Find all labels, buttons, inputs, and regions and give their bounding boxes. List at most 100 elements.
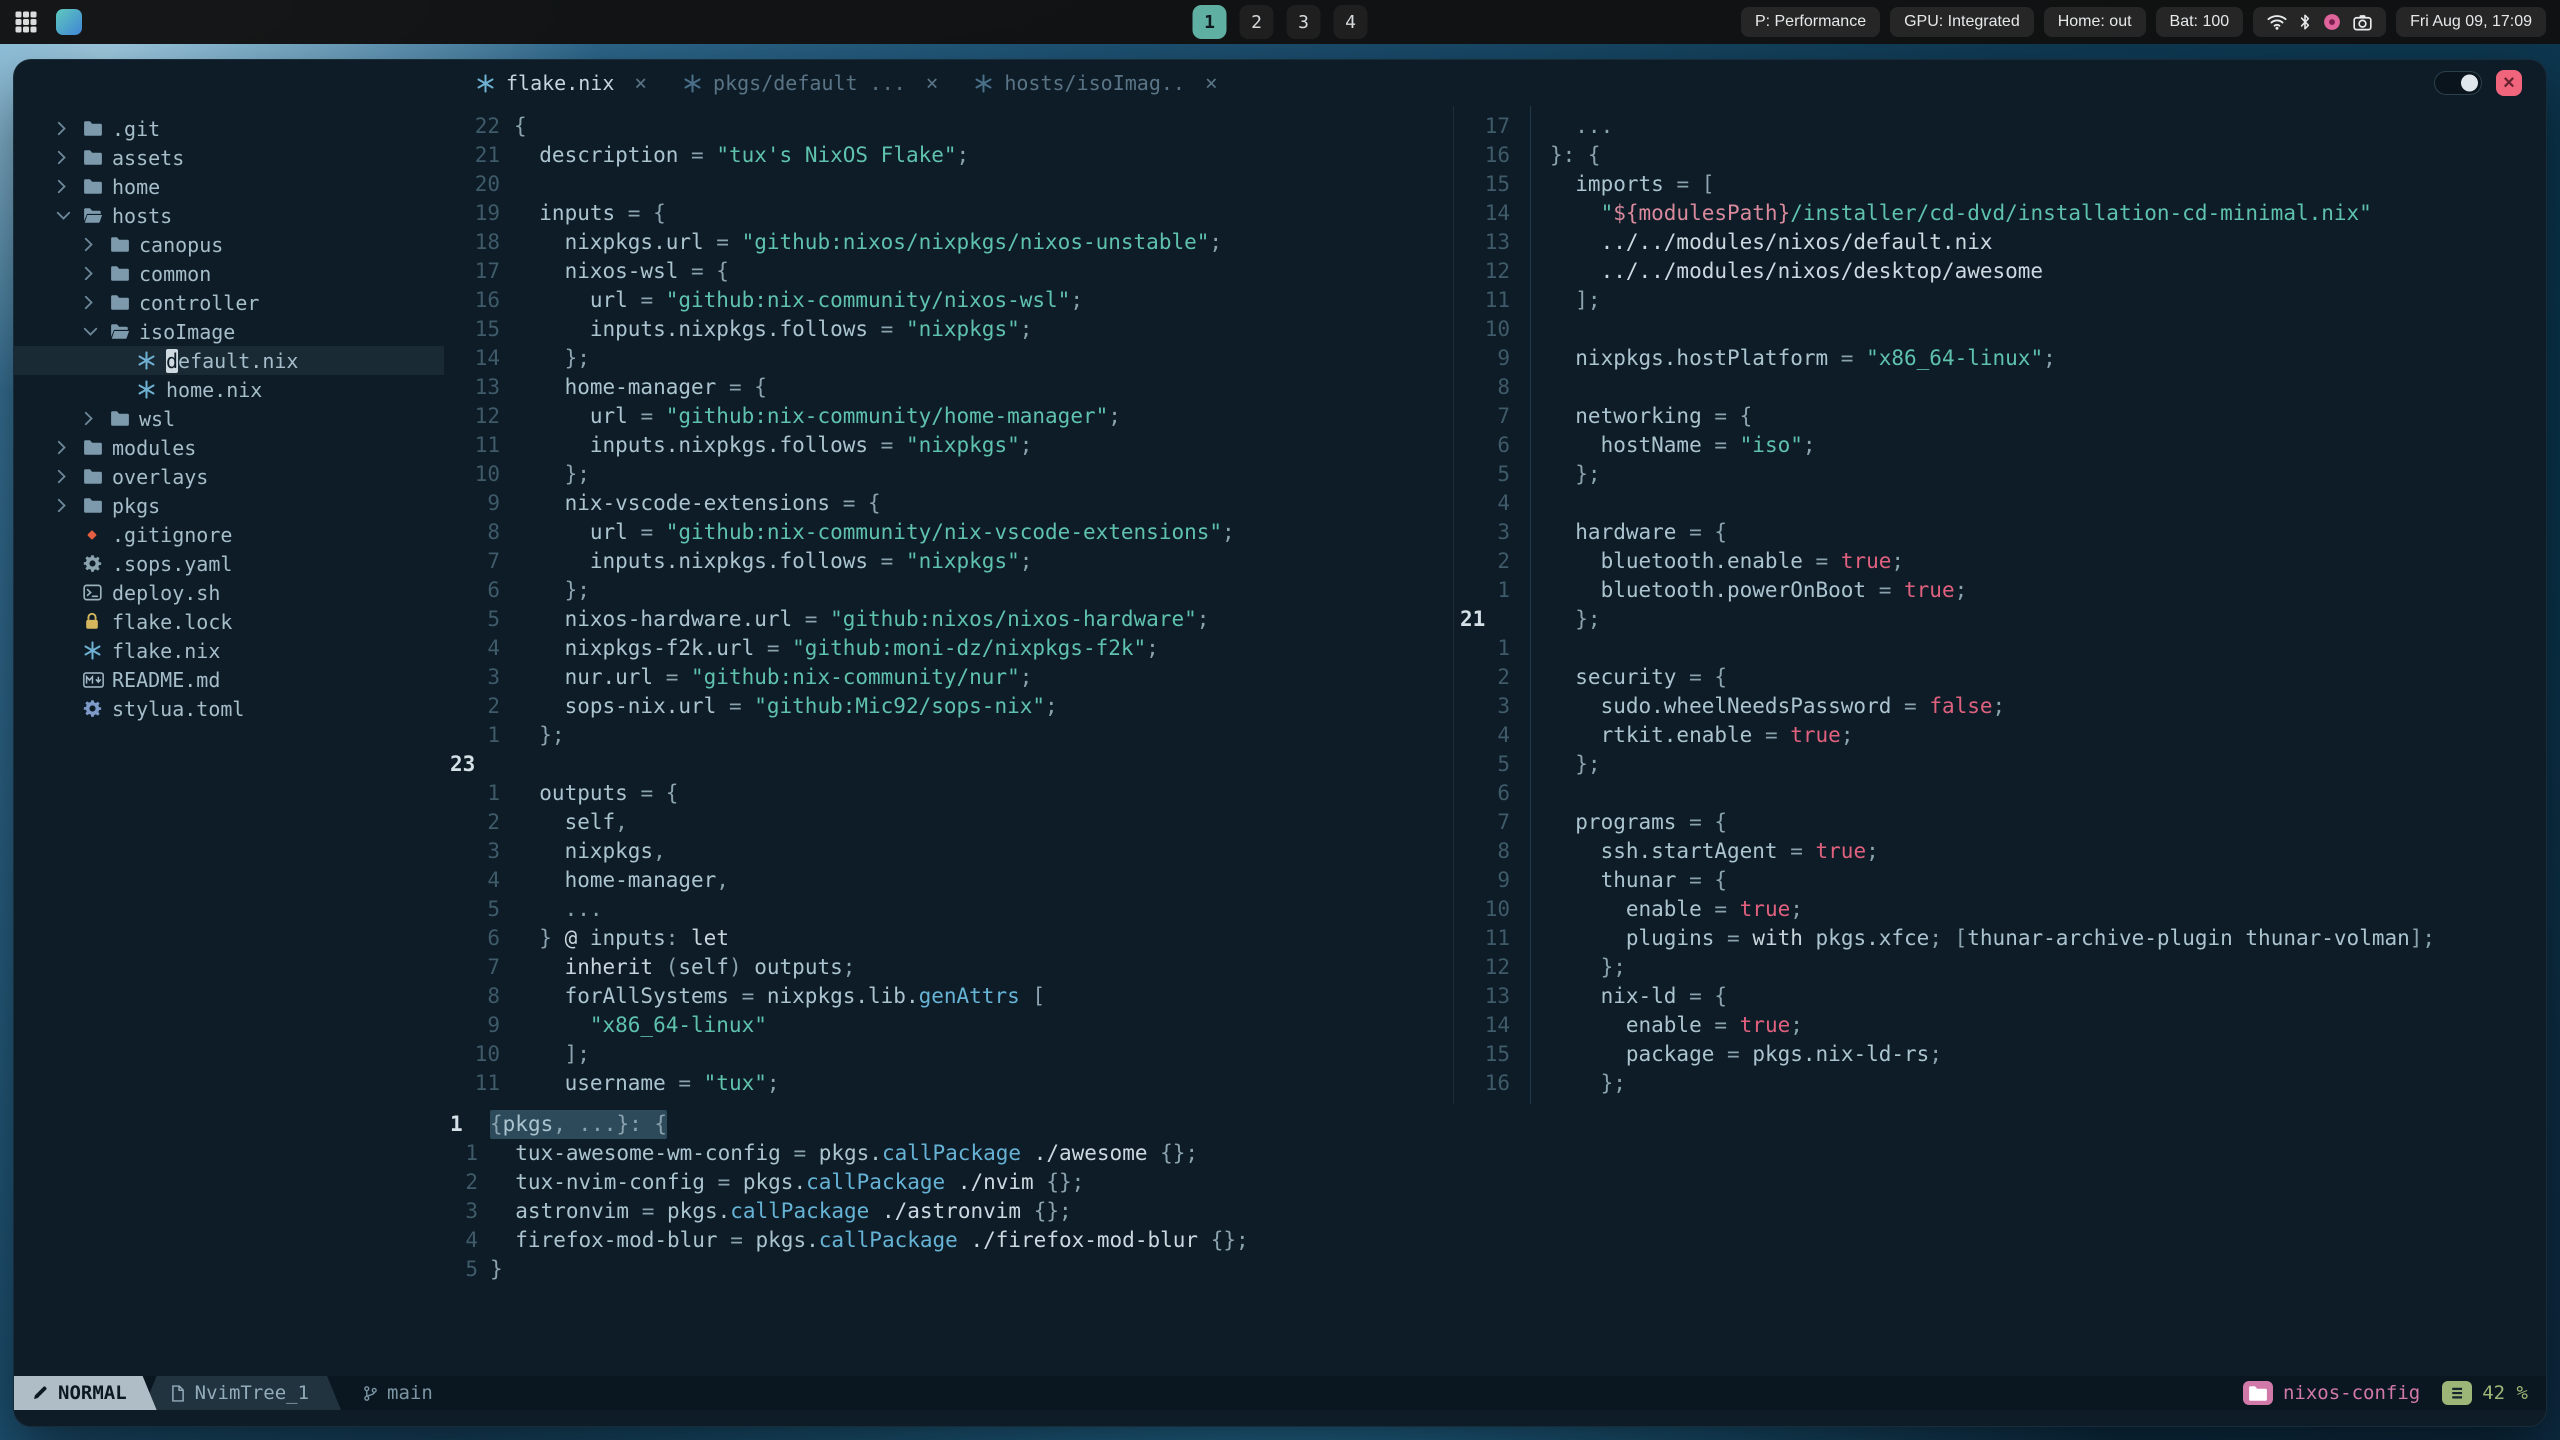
code-line[interactable]: 8 forAllSystems = nixpkgs.lib.genAttrs [	[444, 982, 1453, 1011]
code-line[interactable]: 6 } @ inputs: let	[444, 924, 1453, 953]
tab-pkgs-default-[interactable]: pkgs/default ... ×	[669, 60, 952, 106]
code-line[interactable]: 9 nixpkgs.hostPlatform = "x86_64-linux";	[1454, 344, 2546, 373]
code-line[interactable]: 13 nix-ld = {	[1454, 982, 2546, 1011]
system-tray[interactable]	[2253, 7, 2387, 37]
code-line[interactable]: 1 bluetooth.powerOnBoot = true;	[1454, 576, 2546, 605]
workspace-button-4[interactable]: 4	[1333, 5, 1368, 39]
code-line[interactable]: 20	[444, 170, 1453, 199]
status-module-0[interactable]: P: Performance	[1740, 7, 1881, 37]
code-line[interactable]: 3 hardware = {	[1454, 518, 2546, 547]
code-line[interactable]: 10 };	[444, 460, 1453, 489]
tree-item-canopus[interactable]: canopus	[14, 230, 444, 259]
code-line[interactable]: 8 url = "github:nix-community/nix-vscode…	[444, 518, 1453, 547]
code-line[interactable]: 18 nixpkgs.url = "github:nixos/nixpkgs/n…	[444, 228, 1453, 257]
code-line[interactable]: 5 };	[1454, 750, 2546, 779]
code-line[interactable]: 4 nixpkgs-f2k.url = "github:moni-dz/nixp…	[444, 634, 1453, 663]
tree-item-assets[interactable]: assets	[14, 143, 444, 172]
code-line[interactable]: 16}: {	[1454, 141, 2546, 170]
code-line[interactable]: 16 };	[1454, 1069, 2546, 1098]
code-line[interactable]: 14 };	[444, 344, 1453, 373]
launcher-icon[interactable]	[14, 10, 38, 34]
code-line[interactable]: 21 description = "tux's NixOS Flake";	[444, 141, 1453, 170]
code-line[interactable]: 11 plugins = with pkgs.xfce; [thunar-arc…	[1454, 924, 2546, 953]
code-line[interactable]: 5 ...	[444, 895, 1453, 924]
tree-item-default.nix[interactable]: default.nix	[14, 346, 444, 375]
screenshot-icon[interactable]	[2353, 14, 2372, 31]
code-line[interactable]: 17 nixos-wsl = {	[444, 257, 1453, 286]
code-line[interactable]: 5 nixos-hardware.url = "github:nixos/nix…	[444, 605, 1453, 634]
code-line[interactable]: 2 sops-nix.url = "github:Mic92/sops-nix"…	[444, 692, 1453, 721]
code-line[interactable]: 3 nur.url = "github:nix-community/nur";	[444, 663, 1453, 692]
code-line[interactable]: 2 security = {	[1454, 663, 2546, 692]
tree-item-.sops.yaml[interactable]: .sops.yaml	[14, 549, 444, 578]
pink-indicator-icon[interactable]	[2323, 13, 2341, 31]
code-line[interactable]: 10	[1454, 315, 2546, 344]
code-line[interactable]: 9 "x86_64-linux"	[444, 1011, 1453, 1040]
code-line[interactable]: 7 networking = {	[1454, 402, 2546, 431]
workspace-button-3[interactable]: 3	[1286, 5, 1321, 39]
code-line[interactable]: 5}	[444, 1255, 2546, 1284]
code-line[interactable]: 1 tux-awesome-wm-config = pkgs.callPacka…	[444, 1139, 2546, 1168]
code-line[interactable]: 13 ../../modules/nixos/default.nix	[1454, 228, 2546, 257]
tab-flake-nix[interactable]: flake.nix ×	[462, 60, 661, 106]
code-line[interactable]: 21 };	[1454, 605, 2546, 634]
tree-item-common[interactable]: common	[14, 259, 444, 288]
workspace-button-2[interactable]: 2	[1239, 5, 1274, 39]
code-line[interactable]: 11 ];	[1454, 286, 2546, 315]
code-line[interactable]: 1 };	[444, 721, 1453, 750]
code-line[interactable]: 19 inputs = {	[444, 199, 1453, 228]
code-line[interactable]: 15 inputs.nixpkgs.follows = "nixpkgs";	[444, 315, 1453, 344]
window-close-button[interactable]: ×	[2496, 70, 2522, 96]
tree-item-isoImage[interactable]: isoImage	[14, 317, 444, 346]
code-line[interactable]: 3 nixpkgs,	[444, 837, 1453, 866]
tree-item-overlays[interactable]: overlays	[14, 462, 444, 491]
tree-item-modules[interactable]: modules	[14, 433, 444, 462]
code-line[interactable]: 7 inputs.nixpkgs.follows = "nixpkgs";	[444, 547, 1453, 576]
code-line[interactable]: 8	[1454, 373, 2546, 402]
status-module-1[interactable]: GPU: Integrated	[1890, 7, 2034, 37]
code-line[interactable]: 13 home-manager = {	[444, 373, 1453, 402]
code-line[interactable]: 4 firefox-mod-blur = pkgs.callPackage ./…	[444, 1226, 2546, 1255]
tree-item-.gitignore[interactable]: .gitignore	[14, 520, 444, 549]
code-line[interactable]: 4 rtkit.enable = true;	[1454, 721, 2546, 750]
tree-item-hosts[interactable]: hosts	[14, 201, 444, 230]
tree-item-controller[interactable]: controller	[14, 288, 444, 317]
tree-item-stylua.toml[interactable]: stylua.toml	[14, 694, 444, 723]
code-line[interactable]: 14 enable = true;	[1454, 1011, 2546, 1040]
tree-item-README.md[interactable]: README.md	[14, 665, 444, 694]
code-line[interactable]: 6 hostName = "iso";	[1454, 431, 2546, 460]
editor-flake-nix[interactable]: 22{21 description = "tux's NixOS Flake";…	[444, 106, 1454, 1104]
editor-pkgs-default-nix[interactable]: 1 {pkgs, ...}: {1 tux-awesome-wm-config =…	[444, 1104, 2546, 1376]
code-line[interactable]: 6 };	[444, 576, 1453, 605]
tab-hosts-isoImag-[interactable]: hosts/isoImag.. ×	[960, 60, 1231, 106]
window-toggle[interactable]	[2434, 71, 2482, 95]
wifi-icon[interactable]	[2267, 14, 2287, 30]
code-line[interactable]: 15 package = pkgs.nix-ld-rs;	[1454, 1040, 2546, 1069]
code-line[interactable]: 12 };	[1454, 953, 2546, 982]
editor-iso-default-nix[interactable]: 17 ... 16}: {15 imports = [14 "${modulesP…	[1454, 106, 2546, 1104]
code-line[interactable]: 11 username = "tux";	[444, 1069, 1453, 1098]
tree-item-deploy.sh[interactable]: deploy.sh	[14, 578, 444, 607]
status-module-3[interactable]: Bat: 100	[2155, 7, 2244, 37]
code-line[interactable]: 23	[444, 750, 1453, 779]
tree-item-wsl[interactable]: wsl	[14, 404, 444, 433]
tree-item-pkgs[interactable]: pkgs	[14, 491, 444, 520]
tab-close-icon[interactable]: ×	[1205, 71, 1218, 95]
tree-item-flake.lock[interactable]: flake.lock	[14, 607, 444, 636]
code-line[interactable]: 14 "${modulesPath}/installer/cd-dvd/inst…	[1454, 199, 2546, 228]
code-line[interactable]: 6	[1454, 779, 2546, 808]
code-line[interactable]: 3 sudo.wheelNeedsPassword = false;	[1454, 692, 2546, 721]
workspace-button-1[interactable]: 1	[1192, 5, 1227, 39]
code-line[interactable]: 7 inherit (self) outputs;	[444, 953, 1453, 982]
code-line[interactable]: 10 enable = true;	[1454, 895, 2546, 924]
code-line[interactable]: 12 ../../modules/nixos/desktop/awesome	[1454, 257, 2546, 286]
tab-close-icon[interactable]: ×	[634, 71, 647, 95]
code-line[interactable]: 1	[1454, 634, 2546, 663]
code-line[interactable]: 16 url = "github:nix-community/nixos-wsl…	[444, 286, 1453, 315]
clock[interactable]: Fri Aug 09, 17:09	[2396, 7, 2546, 37]
code-line[interactable]: 2 tux-nvim-config = pkgs.callPackage ./n…	[444, 1168, 2546, 1197]
code-line[interactable]: 9 nix-vscode-extensions = {	[444, 489, 1453, 518]
code-line[interactable]: 1 outputs = {	[444, 779, 1453, 808]
tab-close-icon[interactable]: ×	[926, 71, 939, 95]
tree-item-.git[interactable]: .git	[14, 114, 444, 143]
